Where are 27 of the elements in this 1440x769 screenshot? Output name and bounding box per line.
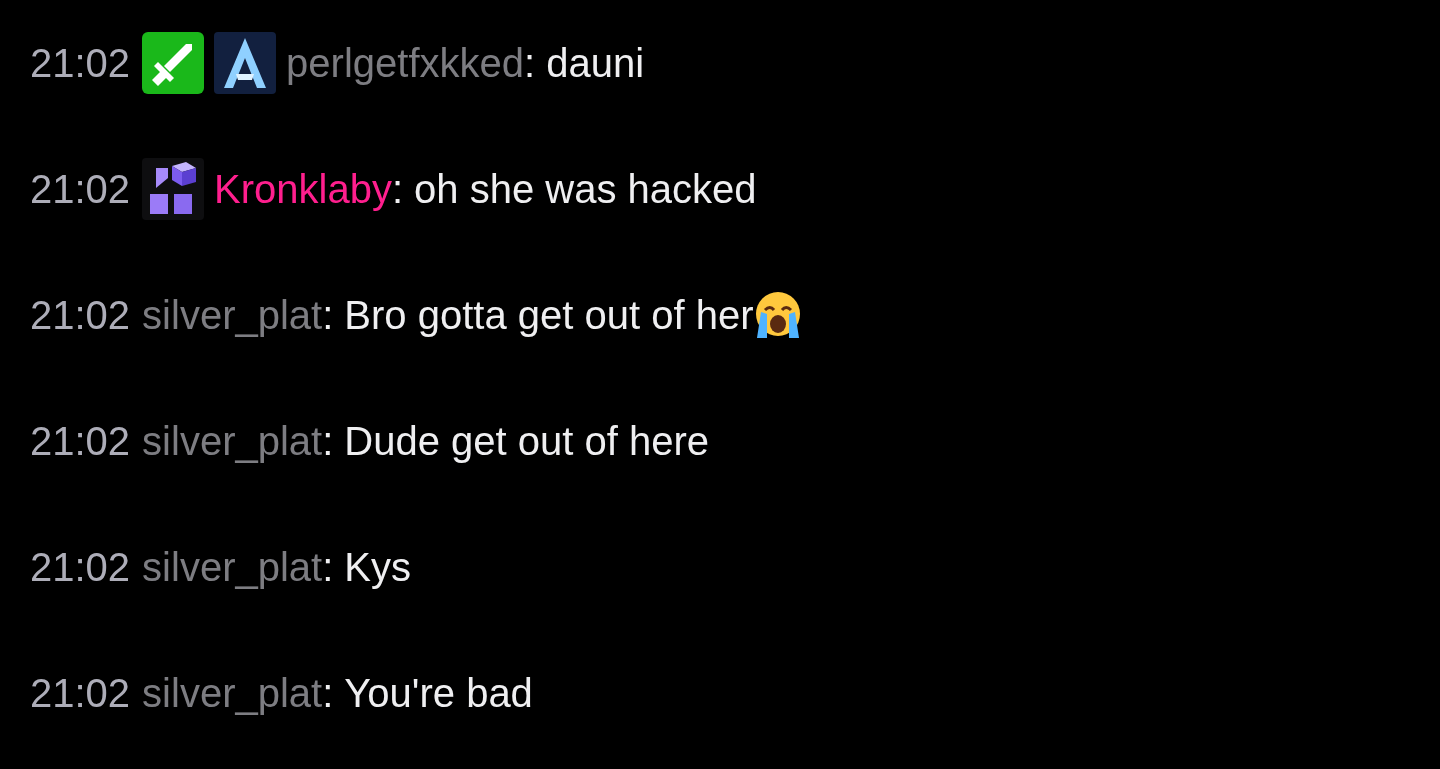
- message-text: oh she was hacked: [414, 166, 757, 213]
- arc-badge-icon: [214, 32, 277, 94]
- message-time: 21:02: [30, 292, 131, 339]
- message-time: 21:02: [30, 544, 131, 591]
- message-text: Kys: [344, 544, 411, 591]
- sword-badge-icon: [142, 32, 205, 94]
- message-time: 21:02: [30, 166, 131, 213]
- cube-badge-icon: [142, 158, 205, 220]
- username[interactable]: silver_plat: [142, 417, 323, 465]
- message-text: Bro gotta get out of her: [344, 292, 754, 339]
- username[interactable]: silver_plat: [142, 291, 323, 339]
- message-time: 21:02: [30, 40, 131, 87]
- message-time: 21:02: [30, 418, 131, 465]
- message-separator: :: [322, 670, 334, 717]
- message-separator: :: [322, 292, 334, 339]
- message-separator: :: [392, 166, 404, 213]
- username[interactable]: Kronklaby: [214, 165, 392, 213]
- username[interactable]: silver_plat: [142, 543, 323, 591]
- message-separator: :: [322, 544, 334, 591]
- message-text: You're bad: [344, 670, 533, 717]
- username[interactable]: silver_plat: [142, 669, 323, 717]
- message-time: 21:02: [30, 670, 131, 717]
- message-text: dauni: [546, 40, 645, 87]
- message-separator: :: [322, 418, 334, 465]
- message-text: Dude get out of here: [344, 418, 710, 465]
- message-separator: :: [524, 40, 536, 87]
- username[interactable]: perlgetfxkked: [286, 39, 525, 87]
